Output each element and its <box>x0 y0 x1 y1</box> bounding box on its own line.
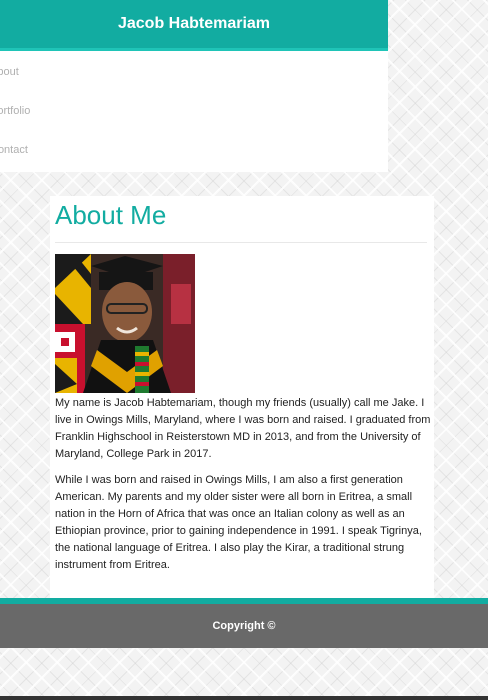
bottom-bar <box>0 696 488 700</box>
nav-list: About Portfolio Contact <box>0 51 388 172</box>
footer: Copyright © <box>0 604 488 648</box>
nav-item-portfolio[interactable]: Portfolio <box>0 105 30 117</box>
nav-item-about[interactable]: About <box>0 66 19 78</box>
bio-paragraph: While I was born and raised in Owings Mi… <box>55 474 422 571</box>
profile-photo <box>55 254 195 393</box>
site-brand[interactable]: Jacob Habtemariam <box>0 0 388 51</box>
bio-paragraph: My name is Jacob Habtemariam, though my … <box>55 397 431 460</box>
about-section: About Me My name is Jacob Habtemariam, t… <box>50 196 434 598</box>
nav-item-contact[interactable]: Contact <box>0 144 28 156</box>
page-title: About Me <box>55 200 167 230</box>
copyright-text: Copyright © <box>212 620 276 632</box>
title-divider <box>55 242 427 243</box>
brand-name: Jacob Habtemariam <box>117 15 271 32</box>
navbar: Jacob Habtemariam About Portfolio Contac… <box>0 0 388 172</box>
